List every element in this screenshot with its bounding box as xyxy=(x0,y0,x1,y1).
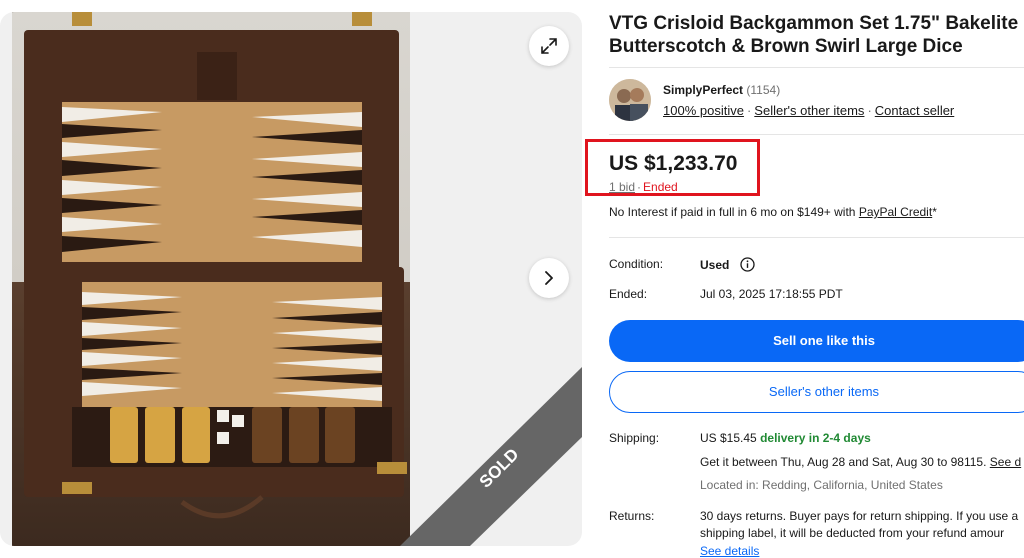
sellers-other-items-button[interactable]: Seller's other items xyxy=(609,371,1024,413)
backgammon-set-image xyxy=(12,12,410,546)
seller-avatar-image xyxy=(609,79,651,121)
status-badge: Ended xyxy=(643,180,678,194)
info-icon[interactable] xyxy=(740,257,755,272)
expand-icon xyxy=(541,38,557,54)
returns-see-details-link[interactable]: See details xyxy=(700,544,759,558)
shipping-cost: US $15.45 xyxy=(700,431,757,445)
shipping-cost-row: US $15.45 delivery in 2-4 days xyxy=(700,431,871,445)
seller-name[interactable]: SimplyPerfect xyxy=(663,83,743,97)
divider xyxy=(609,67,1024,68)
listing-title: VTG Crisloid Backgammon Set 1.75" Bakeli… xyxy=(609,13,1019,57)
condition-value: Used xyxy=(700,257,755,272)
delivery-estimate-row: Get it between Thu, Aug 28 and Sat, Aug … xyxy=(700,455,1022,469)
seller-feedback-count: (1154) xyxy=(746,83,781,97)
paypal-credit-link[interactable]: PayPal Credit xyxy=(859,205,932,219)
contact-seller-link[interactable]: Contact seller xyxy=(875,103,954,118)
price: US $1,233.70 xyxy=(609,152,738,175)
shipping-label: Shipping: xyxy=(609,431,660,445)
returns-label: Returns: xyxy=(609,509,655,523)
financing-offer: No Interest if paid in full in 6 mo on $… xyxy=(609,205,937,219)
expand-image-button[interactable] xyxy=(529,26,569,66)
sold-label: SOLD xyxy=(476,445,523,492)
listing-photo[interactable] xyxy=(12,12,410,546)
seller-card: SimplyPerfect (1154) 100% positive · Selle… xyxy=(609,79,1024,123)
next-image-button[interactable] xyxy=(529,258,569,298)
divider xyxy=(609,237,1024,238)
sell-one-like-this-button[interactable]: Sell one like this xyxy=(609,320,1024,362)
ended-label: Ended: xyxy=(609,287,648,301)
bid-count-link[interactable]: 1 bid xyxy=(609,180,635,194)
bid-status: 1 bid · Ended xyxy=(609,180,678,194)
returns-line-1: 30 days returns. Buyer pays for return s… xyxy=(700,509,1019,523)
returns-line-2: shipping label, it will be deducted from… xyxy=(700,526,1005,540)
avatar[interactable] xyxy=(609,79,651,121)
ended-value: Jul 03, 2025 17:18:55 PDT xyxy=(700,287,843,301)
image-gallery: SOLD xyxy=(0,12,582,546)
chevron-right-icon xyxy=(545,271,553,285)
see-details-link[interactable]: See d xyxy=(990,455,1021,469)
seller-name-row: SimplyPerfect (1154) xyxy=(663,83,780,97)
item-location: Located in: Redding, California, United … xyxy=(700,478,943,492)
seller-other-items-link[interactable]: Seller's other items xyxy=(754,103,864,118)
divider xyxy=(609,134,1024,135)
positive-feedback-link[interactable]: 100% positive xyxy=(663,103,744,118)
condition-label: Condition: xyxy=(609,257,664,271)
seller-links: 100% positive · Seller's other items · Conta… xyxy=(663,103,955,118)
delivery-time: delivery in 2-4 days xyxy=(760,431,871,445)
